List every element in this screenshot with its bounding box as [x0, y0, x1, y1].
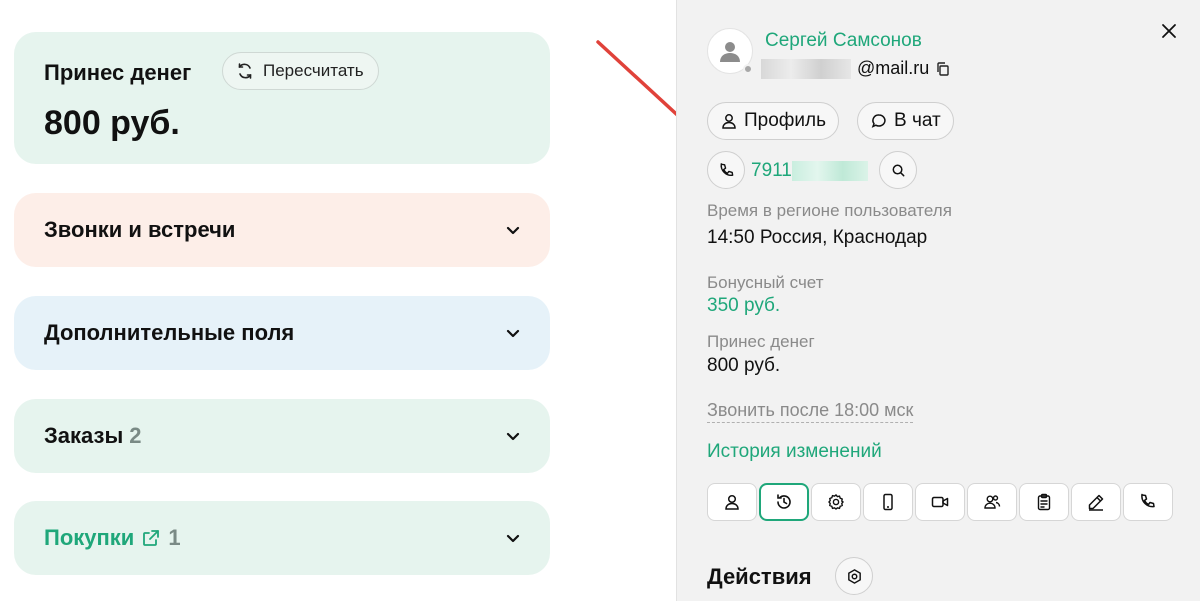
call-note[interactable]: Звонить после 18:00 мск: [707, 400, 914, 423]
tool-clipboard[interactable]: [1019, 483, 1069, 521]
chevron-down-icon[interactable]: [504, 221, 522, 239]
email-row: @mail.ru: [761, 58, 951, 79]
accordion-purchases[interactable]: Покупки 1: [14, 501, 550, 575]
video-icon: [931, 496, 949, 508]
pen-icon: [1088, 494, 1104, 511]
tool-phone[interactable]: [1123, 483, 1173, 521]
tool-profile[interactable]: [707, 483, 757, 521]
actions-settings-button[interactable]: [835, 557, 873, 595]
user-name: Сергей Самсонов: [765, 30, 922, 51]
accordion-calls-title: Звонки и встречи: [44, 217, 236, 242]
refresh-icon: [238, 63, 252, 79]
chat-button[interactable]: В чат: [857, 102, 954, 140]
chevron-down-icon[interactable]: [504, 324, 522, 342]
phone-icon: [1141, 493, 1155, 508]
users-icon: [984, 495, 1001, 509]
history-icon: [777, 494, 791, 509]
money-card: Принес денег Пересчитать 800 руб.: [14, 32, 550, 164]
email-redacted: [761, 58, 851, 79]
tool-settings[interactable]: [811, 483, 861, 521]
mobile-icon: [883, 493, 893, 511]
phone-number[interactable]: 7911: [751, 160, 868, 182]
external-link-icon[interactable]: [140, 527, 162, 549]
orders-count: 2: [129, 423, 142, 448]
accordion-orders-title: Заказы: [44, 423, 124, 448]
phone-prefix: 7911: [751, 160, 792, 181]
tool-mobile[interactable]: [863, 483, 913, 521]
tool-video[interactable]: [915, 483, 965, 521]
email-suffix: @mail.ru: [857, 58, 930, 78]
bonus-value: 350 руб.: [707, 295, 781, 316]
recalc-button[interactable]: Пересчитать: [222, 52, 379, 90]
money-label: Принес денег: [707, 332, 815, 351]
user-panel: Сергей Самсонов @mail.ru Профиль В чат 7…: [676, 0, 1200, 601]
time-value: 14:50 Россия, Краснодар: [707, 227, 928, 248]
accordion-orders[interactable]: Заказы 2: [14, 399, 550, 473]
search-icon: [892, 164, 904, 176]
purchases-count: 1: [168, 525, 181, 550]
chat-icon: [871, 114, 886, 128]
money-value: 800 руб.: [707, 355, 781, 376]
accordion-purchases-title[interactable]: Покупки: [44, 525, 134, 551]
settings-icon: [828, 494, 845, 510]
actions-title: Действия: [707, 564, 812, 589]
time-label: Время в регионе пользователя: [707, 201, 952, 220]
status-dot: [743, 64, 753, 74]
recalc-label: Пересчитать: [263, 61, 364, 80]
bonus-label: Бонусный счет: [707, 273, 824, 292]
money-card-value: 800 руб.: [44, 104, 180, 142]
chevron-down-icon[interactable]: [504, 529, 522, 547]
tool-users[interactable]: [967, 483, 1017, 521]
user-icon: [720, 42, 740, 62]
money-card-title: Принес денег: [44, 60, 192, 85]
call-button[interactable]: [707, 151, 745, 189]
hexagon-settings-icon: [847, 568, 861, 584]
copy-icon[interactable]: [935, 61, 951, 77]
phone-redacted: [791, 161, 868, 181]
left-column: Принес денег Пересчитать 800 руб. Звонки…: [0, 0, 676, 601]
profile-button[interactable]: Профиль: [707, 102, 840, 140]
close-icon[interactable]: [1160, 22, 1178, 40]
clipboard-icon: [1037, 493, 1051, 511]
user-icon: [722, 114, 736, 129]
accordion-calls[interactable]: Звонки и встречи: [14, 193, 550, 267]
tool-bar: [707, 483, 1173, 521]
phone-icon: [720, 162, 733, 176]
accordion-fields-title: Дополнительные поля: [44, 320, 295, 345]
user-icon: [725, 494, 739, 510]
accordion-fields[interactable]: Дополнительные поля: [14, 296, 550, 370]
phone-search-button[interactable]: [879, 151, 917, 189]
chat-label: В чат: [894, 110, 941, 131]
history-link[interactable]: История изменений: [707, 441, 882, 463]
chevron-down-icon[interactable]: [504, 427, 522, 445]
tool-edit[interactable]: [1071, 483, 1121, 521]
tool-history[interactable]: [759, 483, 809, 521]
profile-label: Профиль: [744, 110, 827, 131]
